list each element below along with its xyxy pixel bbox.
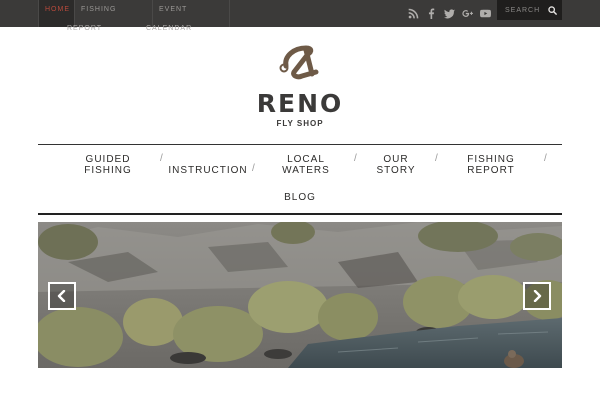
top-nav-label: HOME [45,6,70,13]
top-nav-label: FISHING [81,6,117,13]
nav-item-local-waters[interactable]: LOCAL WATERS [274,154,338,176]
social-links [404,0,494,27]
nav-item-blog[interactable]: BLOG [268,192,332,203]
nav-label: FISHING [467,154,515,165]
nav-label-line2: WATERS [282,165,330,176]
nav-label: INSTRUCTION [168,165,248,176]
site-logo[interactable]: RENO FLY SHOP [250,44,350,132]
top-nav-item-event-calendar[interactable]: EVENT CALENDAR [146,0,230,32]
logo-subtitle: FLY SHOP [276,119,324,128]
nav-label-line2: FISHING [84,165,132,176]
google-plus-icon[interactable] [458,5,476,23]
twitter-icon[interactable] [440,5,458,23]
top-nav-item-home[interactable]: HOME [38,0,74,27]
nav-label: OUR [383,154,409,165]
nav-label: LOCAL [287,154,325,165]
nav-item-fishing-report[interactable]: FISHING REPORT [456,154,526,176]
nav-label: BLOG [284,192,316,203]
logo-title: RENO [256,89,344,118]
nav-separator: / [354,153,357,164]
nav-label: GUIDED [85,154,131,165]
nav-separator: / [544,153,547,164]
top-nav: HOME FISHING REPORT EVENT CALENDAR [38,0,230,32]
facebook-icon[interactable] [422,5,440,23]
top-nav-item-fishing-report[interactable]: FISHING REPORT [67,0,152,32]
main-nav: GUIDED FISHING / INSTRUCTION / LOCAL WAT… [38,144,562,215]
top-bar: HOME FISHING REPORT EVENT CALENDAR [0,0,600,32]
nav-label-line2: STORY [376,165,416,176]
magnifier-icon[interactable] [543,0,562,20]
river-bank-photo [38,222,562,368]
youtube-icon[interactable] [476,5,494,23]
search-box [497,0,562,20]
chevron-left-icon [57,290,66,302]
search-input[interactable] [497,0,543,20]
nav-separator: / [252,163,255,174]
nav-item-instruction[interactable]: INSTRUCTION [166,165,250,176]
top-nav-label: EVENT [159,6,188,13]
nav-separator: / [160,153,163,164]
hero-slider [38,222,562,368]
slider-next-button[interactable] [523,282,551,310]
rss-icon[interactable] [404,5,422,23]
nav-item-guided-fishing[interactable]: GUIDED FISHING [76,154,140,176]
top-nav-label-line2: REPORT [67,25,103,32]
slider-prev-button[interactable] [48,282,76,310]
nav-separator: / [435,153,438,164]
nav-label-line2: REPORT [467,165,515,176]
chevron-right-icon [533,290,542,302]
nav-item-our-story[interactable]: OUR STORY [366,154,426,176]
fly-hook-logo-icon [279,45,319,80]
top-nav-label-line2: CALENDAR [146,25,193,32]
